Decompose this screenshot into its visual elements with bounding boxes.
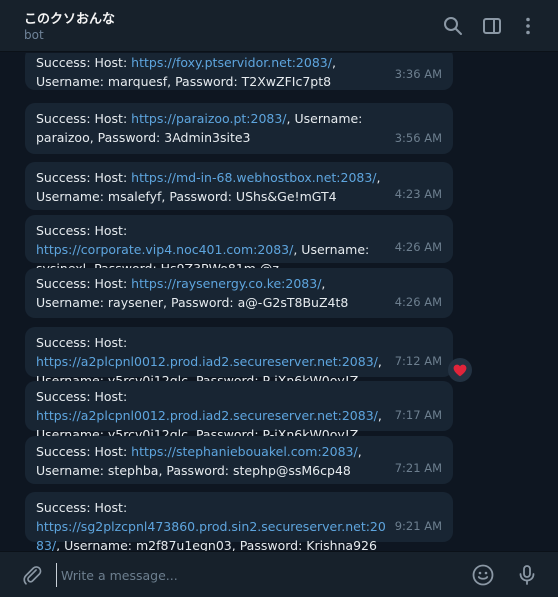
message-time: 7:21 AM	[394, 461, 442, 475]
message-bubble[interactable]: Success: Host: https://md-in-68.webhostb…	[25, 162, 453, 210]
search-icon[interactable]	[441, 14, 465, 38]
paperclip-icon[interactable]	[20, 564, 44, 588]
message-bubble[interactable]: Success: Host: https://paraizoo.pt:2083/…	[25, 103, 453, 154]
message-link[interactable]: https://a2plcpnl0012.prod.iad2.secureser…	[36, 408, 378, 423]
message-link[interactable]: https://foxy.ptservidor.net:2083/	[131, 55, 332, 70]
chat-status: bot	[24, 28, 44, 42]
message-time: 9:21 AM	[394, 519, 442, 533]
emoji-icon[interactable]	[471, 563, 495, 587]
message-bubble[interactable]: Success: Host: https://a2plcpnl0012.prod…	[25, 327, 453, 388]
message-text: Success: Host: https://sg2plzcpnl473860.…	[36, 500, 386, 551]
message-text: Success: Host: https://md-in-68.webhostb…	[36, 170, 381, 204]
microphone-icon[interactable]	[515, 563, 539, 587]
message-time: 4:23 AM	[394, 187, 442, 201]
message-link[interactable]: https://raysenergy.co.ke:2083/	[131, 276, 321, 291]
message-bubble[interactable]: Success: Host: https://a2plcpnl0012.prod…	[25, 381, 453, 442]
message-time: 3:36 AM	[394, 67, 442, 81]
message-link[interactable]: https://paraizoo.pt:2083/	[131, 111, 286, 126]
message-bubble[interactable]: Success: Host: https://stephaniebouakel.…	[25, 436, 453, 484]
message-link[interactable]: https://stephaniebouakel.com:2083/	[131, 444, 358, 459]
message-bubble[interactable]: Success: Host: https://corporate.vip4.no…	[25, 215, 453, 276]
message-bubble[interactable]: Success: Host: https://sg2plzcpnl473860.…	[25, 492, 453, 551]
more-options-icon[interactable]	[516, 14, 540, 38]
message-time: 7:17 AM	[394, 408, 442, 422]
message-list[interactable]: Success: Host: https://foxy.ptservidor.n…	[0, 53, 558, 551]
chat-header: このクソおんな bot	[0, 0, 558, 52]
message-input[interactable]	[56, 563, 436, 587]
message-bubble[interactable]: Success: Host: https://raysenergy.co.ke:…	[25, 268, 453, 318]
message-text: Success: Host: https://paraizoo.pt:2083/…	[36, 111, 363, 145]
message-link[interactable]: https://corporate.vip4.noc401.com:2083/	[36, 242, 293, 257]
message-time: 4:26 AM	[394, 295, 442, 309]
message-text: Success: Host: https://raysenergy.co.ke:…	[36, 276, 349, 310]
message-time: 7:12 AM	[394, 354, 442, 368]
message-text: Success: Host: https://stephaniebouakel.…	[36, 444, 362, 478]
message-link[interactable]: https://md-in-68.webhostbox.net:2083/	[131, 170, 376, 185]
message-time: 3:56 AM	[394, 131, 442, 145]
chat-title[interactable]: このクソおんな	[24, 8, 115, 27]
message-bubble[interactable]: Success: Host: https://foxy.ptservidor.n…	[25, 53, 453, 90]
message-time: 4:26 AM	[394, 240, 442, 254]
message-link[interactable]: https://a2plcpnl0012.prod.iad2.secureser…	[36, 354, 378, 369]
sidebar-toggle-icon[interactable]	[480, 14, 504, 38]
heart-reaction-icon[interactable]	[448, 358, 472, 382]
message-composer	[0, 551, 558, 597]
message-text: Success: Host: https://foxy.ptservidor.n…	[36, 55, 336, 89]
